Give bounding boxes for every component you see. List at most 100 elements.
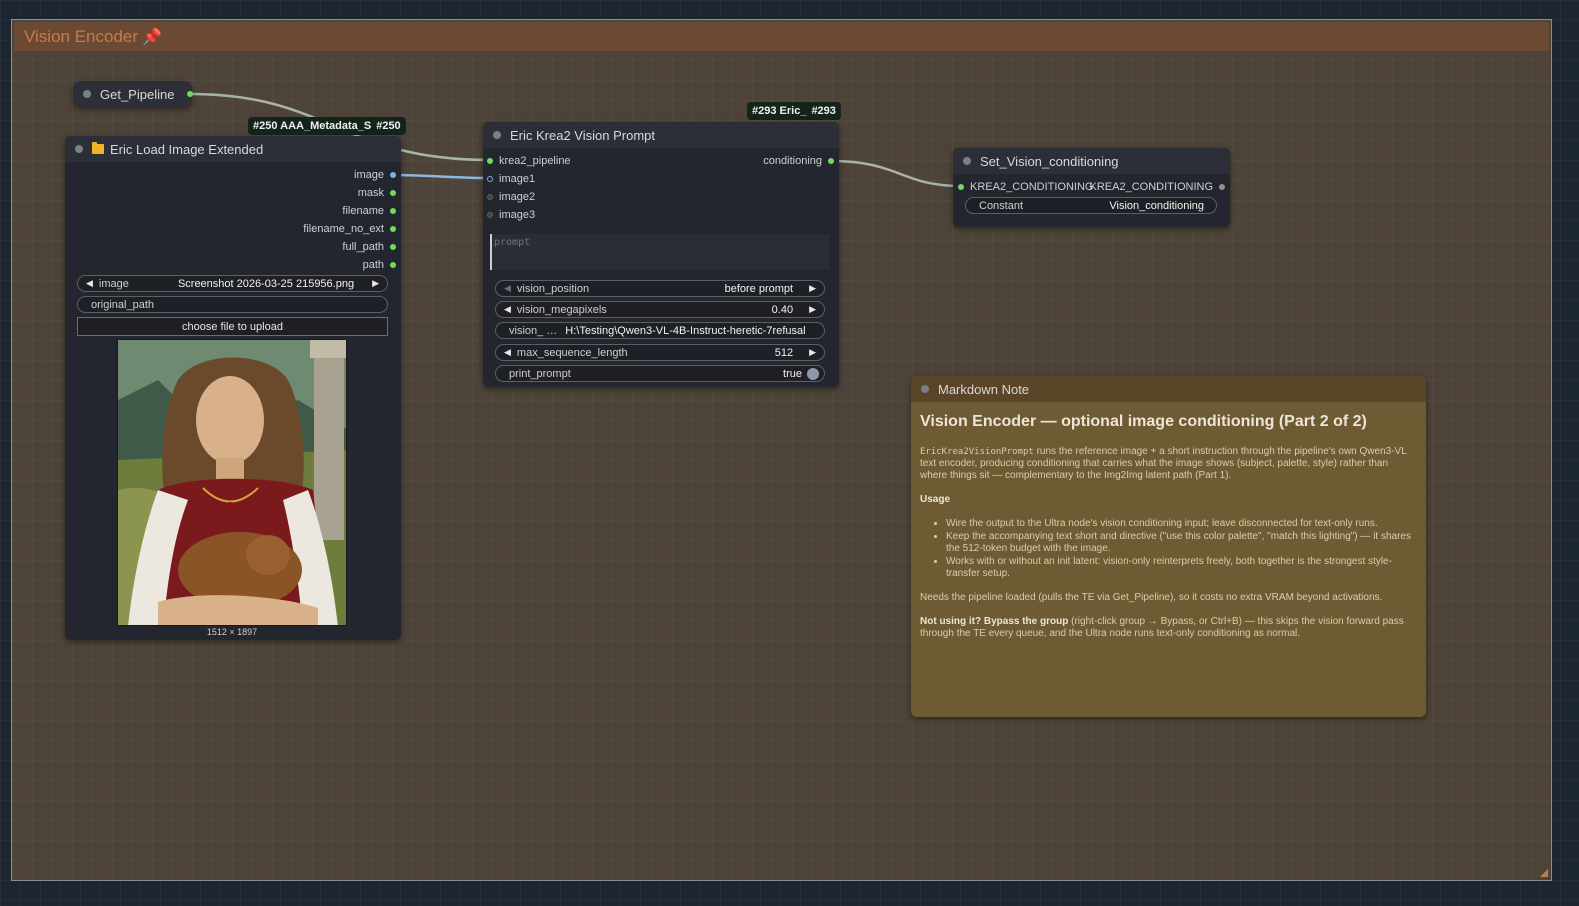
load-image-node[interactable]: Eric Load Image Extended image mask file…	[65, 136, 401, 640]
arrow-right-icon[interactable]: ▶	[809, 347, 816, 358]
note-usage-list: Wire the output to the Ultra node's visi…	[946, 518, 1417, 580]
vision-model-label: vision_ …	[509, 324, 558, 337]
output-filename-slot[interactable]	[390, 208, 396, 214]
list-item: Wire the output to the Ultra node's visi…	[946, 518, 1417, 530]
vision-prompt-header[interactable]: Eric Krea2 Vision Prompt	[483, 122, 839, 148]
input-krea2-pipeline[interactable]: krea2_pipeline	[487, 155, 571, 167]
markdown-note-body[interactable]: Vision Encoder — optional image conditio…	[911, 402, 1426, 662]
note-pipeline-text: Needs the pipeline loaded (pulls the TE …	[920, 592, 1383, 603]
max-sequence-length-value: 512	[774, 346, 794, 359]
group-resize-handle[interactable]	[1540, 869, 1548, 877]
output-image[interactable]: image	[354, 169, 396, 181]
input-image3[interactable]: image3	[487, 209, 535, 221]
note-usage-heading: Usage	[920, 494, 951, 505]
arrow-left-icon[interactable]: ◀	[504, 304, 511, 315]
output-mask-label: mask	[357, 187, 384, 199]
collapse-dot-icon[interactable]	[963, 157, 971, 165]
output-image-slot[interactable]	[390, 172, 396, 178]
upload-button[interactable]: choose file to upload	[77, 317, 388, 336]
output-krea2-conditioning-slot[interactable]	[1219, 184, 1225, 190]
output-conditioning[interactable]: conditioning	[763, 155, 834, 167]
note-bypass-bold: Not using it? Bypass the group	[920, 616, 1069, 627]
get-pipeline-output-slot[interactable]	[187, 91, 193, 97]
input-krea2-conditioning-label: KREA2_CONDITIONING	[970, 181, 1094, 193]
output-filename-no-ext[interactable]: filename_no_ext	[303, 223, 396, 235]
output-mask[interactable]: mask	[358, 187, 396, 199]
print-prompt-value: true	[783, 367, 802, 380]
vision-position-value: before prompt	[724, 282, 794, 295]
input-image2-slot[interactable]	[487, 194, 493, 200]
collapse-dot-icon[interactable]	[921, 385, 929, 393]
output-mask-slot[interactable]	[390, 190, 396, 196]
output-path-slot[interactable]	[390, 262, 396, 268]
vision-prompt-node[interactable]: Eric Krea2 Vision Prompt krea2_pipeline …	[483, 122, 839, 387]
input-image1-label: image1	[499, 173, 536, 185]
get-pipeline-node[interactable]: Get_Pipeline	[73, 81, 193, 107]
vision-prompt-title: Eric Krea2 Vision Prompt	[510, 127, 655, 143]
print-prompt-label: print_prompt	[509, 367, 571, 380]
output-full-path[interactable]: full_path	[342, 241, 396, 253]
max-sequence-length-widget[interactable]: ◀ max_sequence_length 512 ▶	[495, 344, 825, 361]
output-filename[interactable]: filename	[342, 205, 396, 217]
vision-model-widget[interactable]: vision_ … H:\Testing\Qwen3-VL-4B-Instruc…	[495, 322, 825, 339]
krea-badge-text: #293 Eric_	[752, 105, 807, 117]
input-image1[interactable]: image1	[487, 173, 535, 185]
input-krea2-pipeline-slot[interactable]	[487, 158, 493, 164]
load-image-header[interactable]: Eric Load Image Extended	[65, 136, 401, 162]
note-intro: EricKrea2VisionPrompt runs the reference…	[920, 446, 1417, 482]
metadata-badge-text: #250 AAA_Metadata_S	[253, 120, 372, 132]
output-conditioning-slot[interactable]	[828, 158, 834, 164]
image-preview	[117, 339, 347, 626]
output-krea2-conditioning-label: KREA2_CONDITIONING	[1089, 181, 1213, 193]
original-path-widget[interactable]: original_path	[77, 296, 388, 313]
output-filename-no-ext-slot[interactable]	[390, 226, 396, 232]
input-krea2-conditioning-slot[interactable]	[958, 184, 964, 190]
set-vision-header[interactable]: Set_Vision_conditioning	[953, 148, 1230, 174]
collapse-dot-icon[interactable]	[83, 90, 91, 98]
output-filename-no-ext-label: filename_no_ext	[303, 223, 384, 235]
collapse-dot-icon[interactable]	[493, 131, 501, 139]
prompt-placeholder: prompt	[494, 237, 531, 248]
output-path[interactable]: path	[363, 259, 396, 271]
constant-label: Constant	[979, 199, 1024, 212]
original-path-label: original_path	[91, 298, 154, 311]
vision-position-widget[interactable]: ◀ vision_position before prompt ▶	[495, 280, 825, 297]
arrow-left-icon[interactable]: ◀	[504, 347, 511, 358]
markdown-note-node[interactable]: Markdown Note Vision Encoder — optional …	[911, 376, 1426, 717]
arrow-left-icon[interactable]: ◀	[504, 283, 511, 294]
input-image1-slot[interactable]	[487, 176, 493, 182]
get-pipeline-header[interactable]: Get_Pipeline	[73, 81, 192, 107]
input-image3-slot[interactable]	[487, 212, 493, 218]
image-dimensions: 1512 × 1897	[206, 627, 258, 637]
vision-megapixels-value: 0.40	[771, 303, 794, 316]
constant-widget[interactable]: Constant Vision_conditioning	[965, 197, 1217, 214]
output-full-path-label: full_path	[342, 241, 384, 253]
output-krea2-conditioning[interactable]: KREA2_CONDITIONING	[1090, 181, 1225, 193]
prompt-textarea[interactable]: prompt	[490, 234, 829, 270]
image-combo-widget[interactable]: ◀ image Screenshot 2026-03-25 215956.png…	[77, 275, 388, 292]
input-krea2-conditioning[interactable]: KREA2_CONDITIONING	[958, 181, 1093, 193]
arrow-left-icon[interactable]: ◀	[86, 278, 93, 289]
set-vision-node[interactable]: Set_Vision_conditioning KREA2_CONDITIONI…	[953, 148, 1230, 227]
print-prompt-widget[interactable]: print_prompt true	[495, 365, 825, 382]
group-title: Vision Encoder	[24, 26, 139, 46]
portrait-image	[118, 340, 346, 625]
markdown-note-title: Markdown Note	[938, 381, 1030, 397]
max-sequence-length-label: max_sequence_length	[516, 346, 628, 359]
set-vision-title: Set_Vision_conditioning	[980, 153, 1119, 169]
arrow-right-icon[interactable]: ▶	[372, 278, 379, 289]
markdown-note-header[interactable]: Markdown Note	[911, 376, 1426, 402]
arrow-right-icon[interactable]: ▶	[809, 283, 816, 294]
group-header[interactable]: Vision Encoder 📌	[14, 22, 1549, 51]
folder-icon	[92, 142, 104, 154]
toggle-icon[interactable]	[807, 367, 819, 380]
input-image2-label: image2	[499, 191, 536, 203]
output-image-label: image	[354, 169, 384, 181]
output-full-path-slot[interactable]	[390, 244, 396, 250]
input-image2[interactable]: image2	[487, 191, 535, 203]
output-conditioning-label: conditioning	[763, 155, 822, 167]
krea-badge-id: #293	[811, 105, 836, 117]
arrow-right-icon[interactable]: ▶	[809, 304, 816, 315]
collapse-dot-icon[interactable]	[75, 145, 83, 153]
vision-megapixels-widget[interactable]: ◀ vision_megapixels 0.40 ▶	[495, 301, 825, 318]
